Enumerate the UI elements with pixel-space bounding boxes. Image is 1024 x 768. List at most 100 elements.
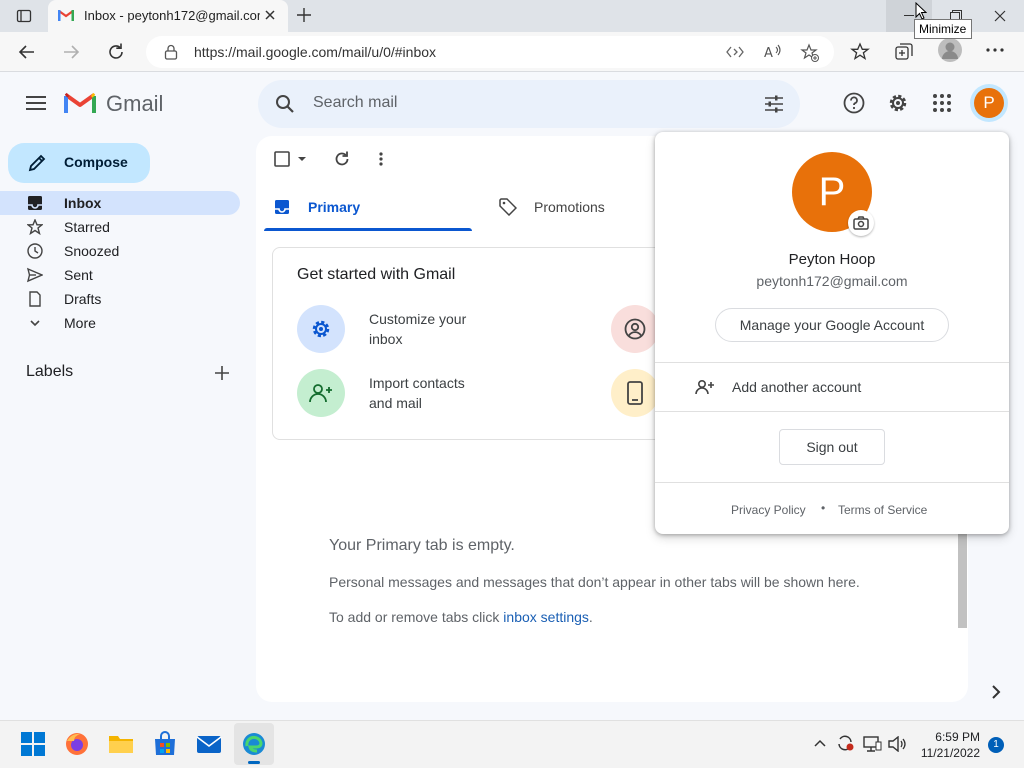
refresh-icon[interactable] (106, 42, 126, 62)
customize-inbox-line1: Customize your (369, 311, 467, 327)
tab-actions-icon[interactable] (16, 8, 32, 24)
sidebar-item-starred[interactable]: Starred (0, 215, 240, 239)
collections-icon[interactable] (894, 42, 914, 62)
new-tab-icon[interactable] (296, 7, 312, 23)
settings-and-more-icon[interactable] (986, 48, 1004, 52)
add-people-icon (309, 383, 333, 403)
inbox-settings-link[interactable]: inbox settings (503, 609, 589, 625)
divider (655, 482, 1009, 483)
change-photo-button[interactable] (848, 210, 874, 236)
search-icon[interactable] (275, 94, 295, 114)
main-scrollbar[interactable] (958, 534, 967, 628)
import-contacts-button[interactable] (297, 369, 345, 417)
sidebar-item-label: Snoozed (64, 243, 120, 259)
sidebar-item-drafts[interactable]: Drafts (0, 287, 240, 311)
back-icon[interactable] (18, 43, 36, 61)
manage-account-button[interactable]: Manage your Google Account (715, 308, 949, 342)
inbox-icon (27, 195, 43, 211)
volume-icon[interactable] (888, 736, 908, 752)
close-tab-icon[interactable] (264, 9, 276, 21)
add-label-icon[interactable] (214, 365, 230, 381)
search-input[interactable]: Search mail (313, 94, 397, 112)
close-window-button[interactable] (994, 10, 1006, 22)
refresh-mail-icon[interactable] (333, 150, 351, 168)
notification-badge[interactable]: 1 (988, 737, 1004, 753)
tag-icon (499, 198, 517, 216)
favorites-icon[interactable] (850, 42, 870, 62)
tab-promotions[interactable]: Promotions (488, 184, 648, 231)
divider (655, 411, 1009, 412)
sidebar-item-more[interactable]: More (0, 311, 240, 335)
active-tab-indicator (264, 228, 472, 231)
app-available-icon[interactable] (726, 45, 744, 59)
tab-title: Inbox - peytonh172@gmail.com (84, 8, 260, 23)
empty-tab-title: Your Primary tab is empty. (329, 537, 515, 554)
address-bar[interactable]: https://mail.google.com/mail/u/0/#inbox … (146, 36, 834, 68)
hint-prefix: To add or remove tabs click (329, 609, 504, 625)
clock-date: 11/21/2022 (920, 746, 980, 760)
sidebar-item-sent[interactable]: Sent (0, 263, 240, 287)
terms-of-service-link[interactable]: Terms of Service (838, 503, 927, 517)
customize-inbox-button[interactable] (297, 305, 345, 353)
account-email: peytonh172@gmail.com (756, 273, 908, 289)
sign-out-button[interactable]: Sign out (779, 429, 885, 465)
compose-button[interactable]: Compose (8, 143, 150, 183)
select-dropdown-icon[interactable] (297, 156, 307, 162)
account-popup: P Peyton Hoop peytonh172@gmail.com Manag… (655, 132, 1009, 534)
change-profile-image-button[interactable] (611, 305, 659, 353)
sidebar-item-inbox[interactable]: Inbox (0, 191, 240, 215)
svg-text:A: A (764, 46, 773, 60)
tab-primary[interactable]: Primary (264, 184, 472, 231)
network-icon[interactable] (862, 735, 882, 753)
file-explorer-icon[interactable] (108, 731, 134, 757)
browser-tab-strip: Inbox - peytonh172@gmail.com (0, 0, 1024, 32)
expand-side-panel-icon[interactable] (991, 685, 1001, 699)
add-favorite-icon[interactable] (800, 43, 820, 63)
account-circle-icon (624, 318, 646, 340)
firefox-icon[interactable] (64, 731, 90, 757)
search-bar[interactable]: Search mail (258, 80, 800, 128)
edge-taskbar-button[interactable] (234, 723, 274, 765)
empty-tab-message: Personal messages and messages that don’… (329, 574, 860, 590)
sidebar-item-label: Sent (64, 267, 93, 283)
gear-icon (310, 318, 332, 340)
active-app-indicator (248, 761, 260, 764)
sidebar-item-label: Starred (64, 219, 110, 235)
google-apps-icon[interactable] (932, 93, 952, 113)
search-options-icon[interactable] (764, 94, 784, 114)
read-aloud-icon[interactable]: A (764, 44, 782, 60)
draft-file-icon (27, 291, 43, 307)
more-options-icon[interactable] (379, 152, 383, 166)
gmail-logo-icon[interactable] (64, 91, 96, 115)
tab-primary-label: Primary (308, 199, 361, 215)
system-clock[interactable]: 6:59 PM 11/21/2022 (916, 729, 980, 761)
chevron-up-icon[interactable] (814, 739, 826, 747)
forward-icon[interactable] (62, 43, 80, 61)
chevron-down-icon (27, 315, 43, 331)
select-checkbox[interactable] (274, 151, 290, 167)
windows-start-icon[interactable] (20, 731, 46, 757)
browser-tab-gmail[interactable]: Inbox - peytonh172@gmail.com (48, 0, 288, 32)
get-mobile-app-button[interactable] (611, 369, 659, 417)
microsoft-store-icon[interactable] (152, 731, 178, 757)
sidebar-item-snoozed[interactable]: Snoozed (0, 239, 240, 263)
gmail-logo-text: Gmail (106, 91, 164, 116)
url-text[interactable]: https://mail.google.com/mail/u/0/#inbox (194, 44, 436, 60)
sync-alert-icon[interactable] (836, 734, 856, 752)
labels-heading: Labels (26, 363, 74, 380)
send-icon (27, 267, 43, 283)
account-avatar-button[interactable]: P (970, 84, 1008, 122)
lock-icon[interactable] (164, 44, 178, 60)
profile-icon[interactable] (938, 38, 962, 62)
windows-taskbar: 6:59 PM 11/21/2022 1 (0, 720, 1024, 768)
account-name: Peyton Hoop (788, 251, 876, 268)
mail-app-icon[interactable] (196, 731, 222, 757)
import-contacts-line1: Import contacts (369, 375, 465, 391)
add-account-row[interactable]: Add another account (655, 363, 1009, 411)
privacy-policy-link[interactable]: Privacy Policy (731, 503, 806, 517)
settings-gear-icon[interactable] (887, 92, 909, 114)
support-icon[interactable] (843, 92, 865, 114)
footer-separator: • (821, 501, 826, 515)
main-menu-icon[interactable] (26, 95, 46, 111)
get-started-title: Get started with Gmail (297, 266, 456, 283)
